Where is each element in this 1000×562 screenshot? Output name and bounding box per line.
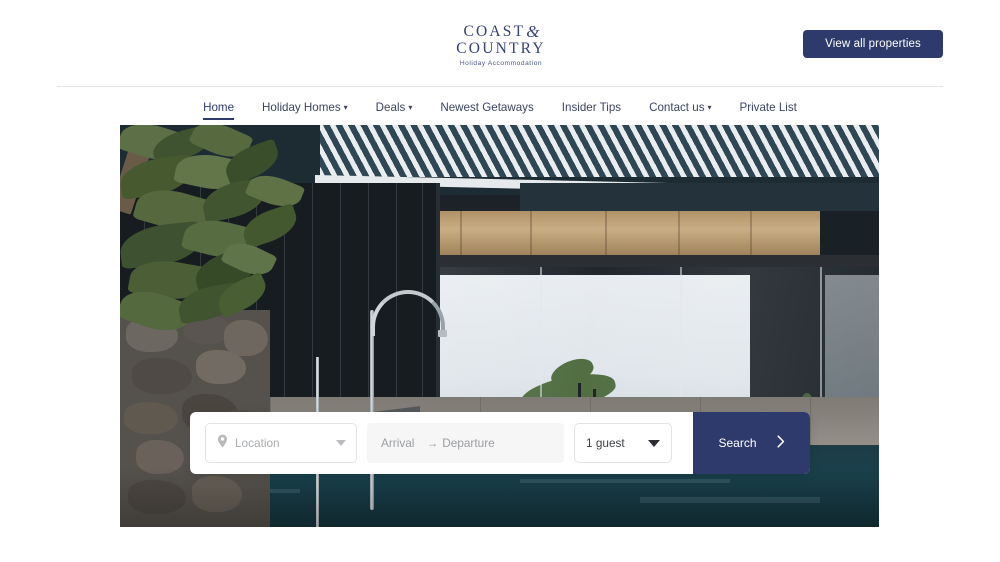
nav-item-home[interactable]: Home [189, 100, 248, 120]
chevron-down-icon: ▾ [707, 103, 712, 112]
logo-ampersand: & [526, 22, 540, 41]
nav-item-private-list-label: Private List [739, 101, 797, 114]
nav-item-contact-us[interactable]: Contact us ▾ [635, 100, 725, 116]
soffit [520, 183, 879, 211]
nav-item-newest-getaways-label: Newest Getaways [440, 101, 534, 114]
nav-item-holiday-homes[interactable]: Holiday Homes ▾ [248, 100, 362, 116]
striped-awning [320, 125, 879, 177]
departure-label: Departure [442, 436, 495, 450]
nav-item-home-label: Home [203, 101, 235, 114]
map-pin-icon [217, 434, 228, 453]
hero-banner: Location Arrival → Departure 1 guest Sea… [120, 125, 879, 527]
chevron-down-icon [648, 439, 660, 447]
logo-word-coast: COAST [463, 23, 526, 40]
search-button[interactable]: Search [693, 412, 810, 474]
chevron-down-icon [336, 440, 346, 446]
guests-select[interactable]: 1 guest [574, 423, 672, 463]
date-arrow-group: → Departure [426, 436, 494, 450]
search-bar: Location Arrival → Departure 1 guest Sea… [190, 412, 810, 474]
logo-tagline: Holiday Accommodation [459, 60, 543, 67]
nav-item-holiday-homes-label: Holiday Homes [262, 101, 341, 114]
location-input[interactable]: Location [205, 423, 357, 463]
header-divider [57, 86, 943, 87]
door-frame-top [420, 255, 879, 267]
nav-item-contact-us-label: Contact us [649, 101, 705, 114]
chevron-down-icon: ▾ [343, 103, 348, 112]
guests-value: 1 guest [586, 436, 625, 450]
nav-item-insider-tips-label: Insider Tips [561, 101, 622, 114]
nav-item-deals[interactable]: Deals ▾ [362, 100, 427, 116]
nav-item-insider-tips[interactable]: Insider Tips [548, 100, 635, 115]
nav-active-underline [203, 118, 235, 120]
chevron-down-icon: ▾ [408, 103, 413, 112]
nav-item-private-list[interactable]: Private List [726, 100, 811, 115]
search-fields: Location Arrival → Departure 1 guest [190, 412, 693, 474]
shower-head [438, 330, 447, 337]
main-navigation: Home Holiday Homes ▾ Deals ▾ Newest Getawa… [0, 100, 1000, 120]
arrow-right-icon: → [426, 436, 439, 450]
date-range-input[interactable]: Arrival → Departure [367, 423, 564, 463]
search-button-label: Search [718, 436, 757, 450]
hero-bottom-shadow [120, 467, 879, 527]
chevron-right-icon [776, 435, 785, 451]
site-header: COAST& COUNTRY Holiday Accommodation Vie… [0, 0, 1000, 87]
nav-item-deals-label: Deals [375, 101, 406, 114]
arrival-label: Arrival [381, 436, 415, 450]
view-all-properties-button[interactable]: View all properties [803, 30, 943, 58]
timber-ceiling [420, 211, 879, 257]
nav-item-newest-getaways[interactable]: Newest Getaways [426, 100, 547, 115]
brand-logo[interactable]: COAST& COUNTRY Holiday Accommodation [455, 22, 547, 67]
logo-word-country: COUNTRY [456, 40, 546, 57]
homepage: COAST& COUNTRY Holiday Accommodation Vie… [0, 0, 1000, 562]
logo-line-one: COAST& [455, 22, 547, 40]
location-placeholder: Location [235, 436, 280, 450]
